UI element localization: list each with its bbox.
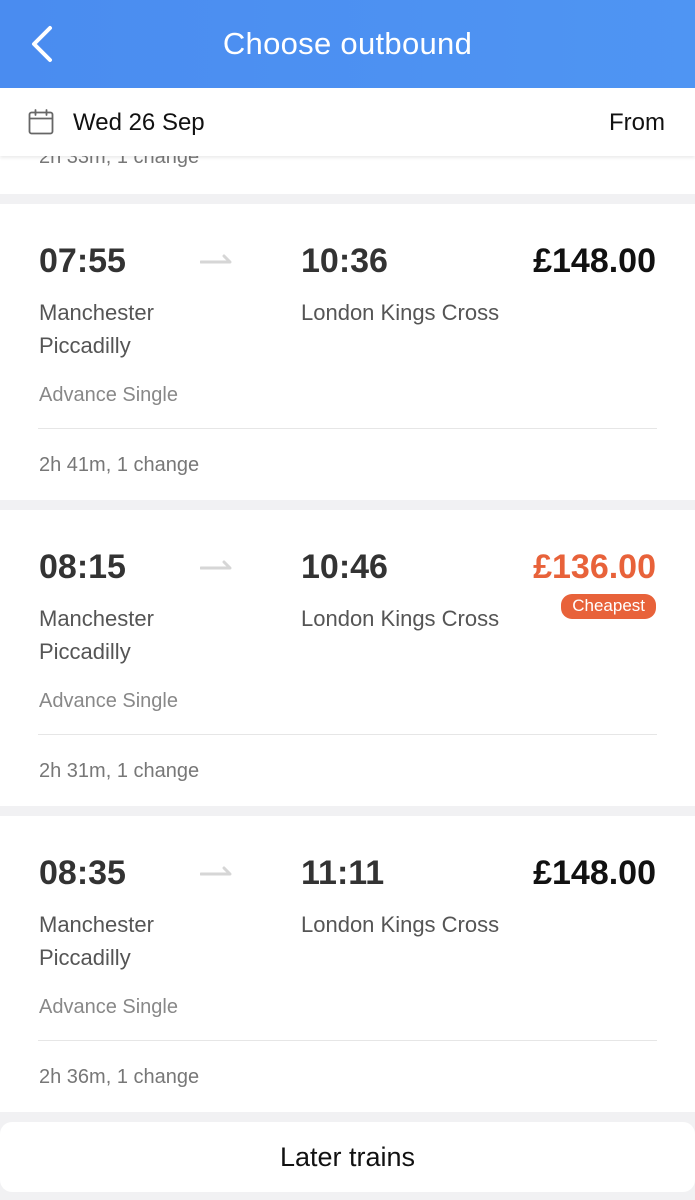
arrival-station: London Kings Cross (301, 606, 500, 631)
page-title: Choose outbound (222, 26, 473, 61)
departure-time: 07:55 (39, 242, 126, 280)
journey-price: £148.00 (533, 242, 656, 280)
from-label: From (609, 109, 665, 136)
departure-station: Manchester Piccadilly (39, 300, 154, 358)
journey-price: £136.00 (533, 548, 656, 586)
arrival-time: 10:46 (301, 548, 388, 586)
departure-station: Manchester Piccadilly (39, 912, 154, 970)
selected-date[interactable]: Wed 26 Sep (73, 109, 205, 137)
arrow-right-icon (200, 866, 232, 876)
ticket-type: Advance Single (39, 384, 178, 406)
divider (38, 428, 657, 429)
back-button[interactable] (22, 24, 62, 64)
ticket-type: Advance Single (39, 690, 178, 712)
date-bar: Wed 26 Sep From (0, 88, 695, 156)
journey-duration: 2h 31m, 1 change (39, 760, 200, 782)
journey-card[interactable]: 08:35 11:11 £148.00 Manchester Piccadill… (0, 816, 695, 1112)
later-trains-label: Later trains (279, 1141, 416, 1172)
departure-station: Manchester Piccadilly (39, 606, 154, 664)
divider (38, 1040, 657, 1041)
divider (38, 734, 657, 735)
journey-card[interactable]: 08:15 10:46 £136.00 Cheapest Manchester … (0, 510, 695, 806)
top-app-bar: Choose outbound (0, 0, 695, 88)
journey-duration: 2h 36m, 1 change (39, 1066, 200, 1088)
journey-price: £148.00 (533, 854, 656, 892)
journey-duration: 2h 41m, 1 change (39, 454, 200, 476)
cheapest-badge: Cheapest (561, 594, 656, 619)
arrow-right-icon (200, 560, 232, 570)
arrow-right-icon (200, 254, 232, 264)
chevron-left-icon (32, 26, 52, 62)
later-trains-button[interactable]: Later trains (0, 1122, 695, 1192)
ticket-type: Advance Single (39, 996, 178, 1018)
arrival-station: London Kings Cross (301, 912, 500, 937)
arrival-time: 11:11 (301, 854, 385, 892)
departure-time: 08:35 (39, 854, 126, 892)
page: Choose outbound Wed 26 Sep From 2h 33m, … (0, 0, 695, 1200)
arrival-station: London Kings Cross (301, 300, 500, 325)
journey-card[interactable]: 07:55 10:36 £148.00 Manchester Piccadill… (0, 204, 695, 500)
calendar-icon[interactable] (28, 109, 54, 135)
arrival-time: 10:36 (301, 242, 388, 280)
departure-time: 08:15 (39, 548, 126, 586)
